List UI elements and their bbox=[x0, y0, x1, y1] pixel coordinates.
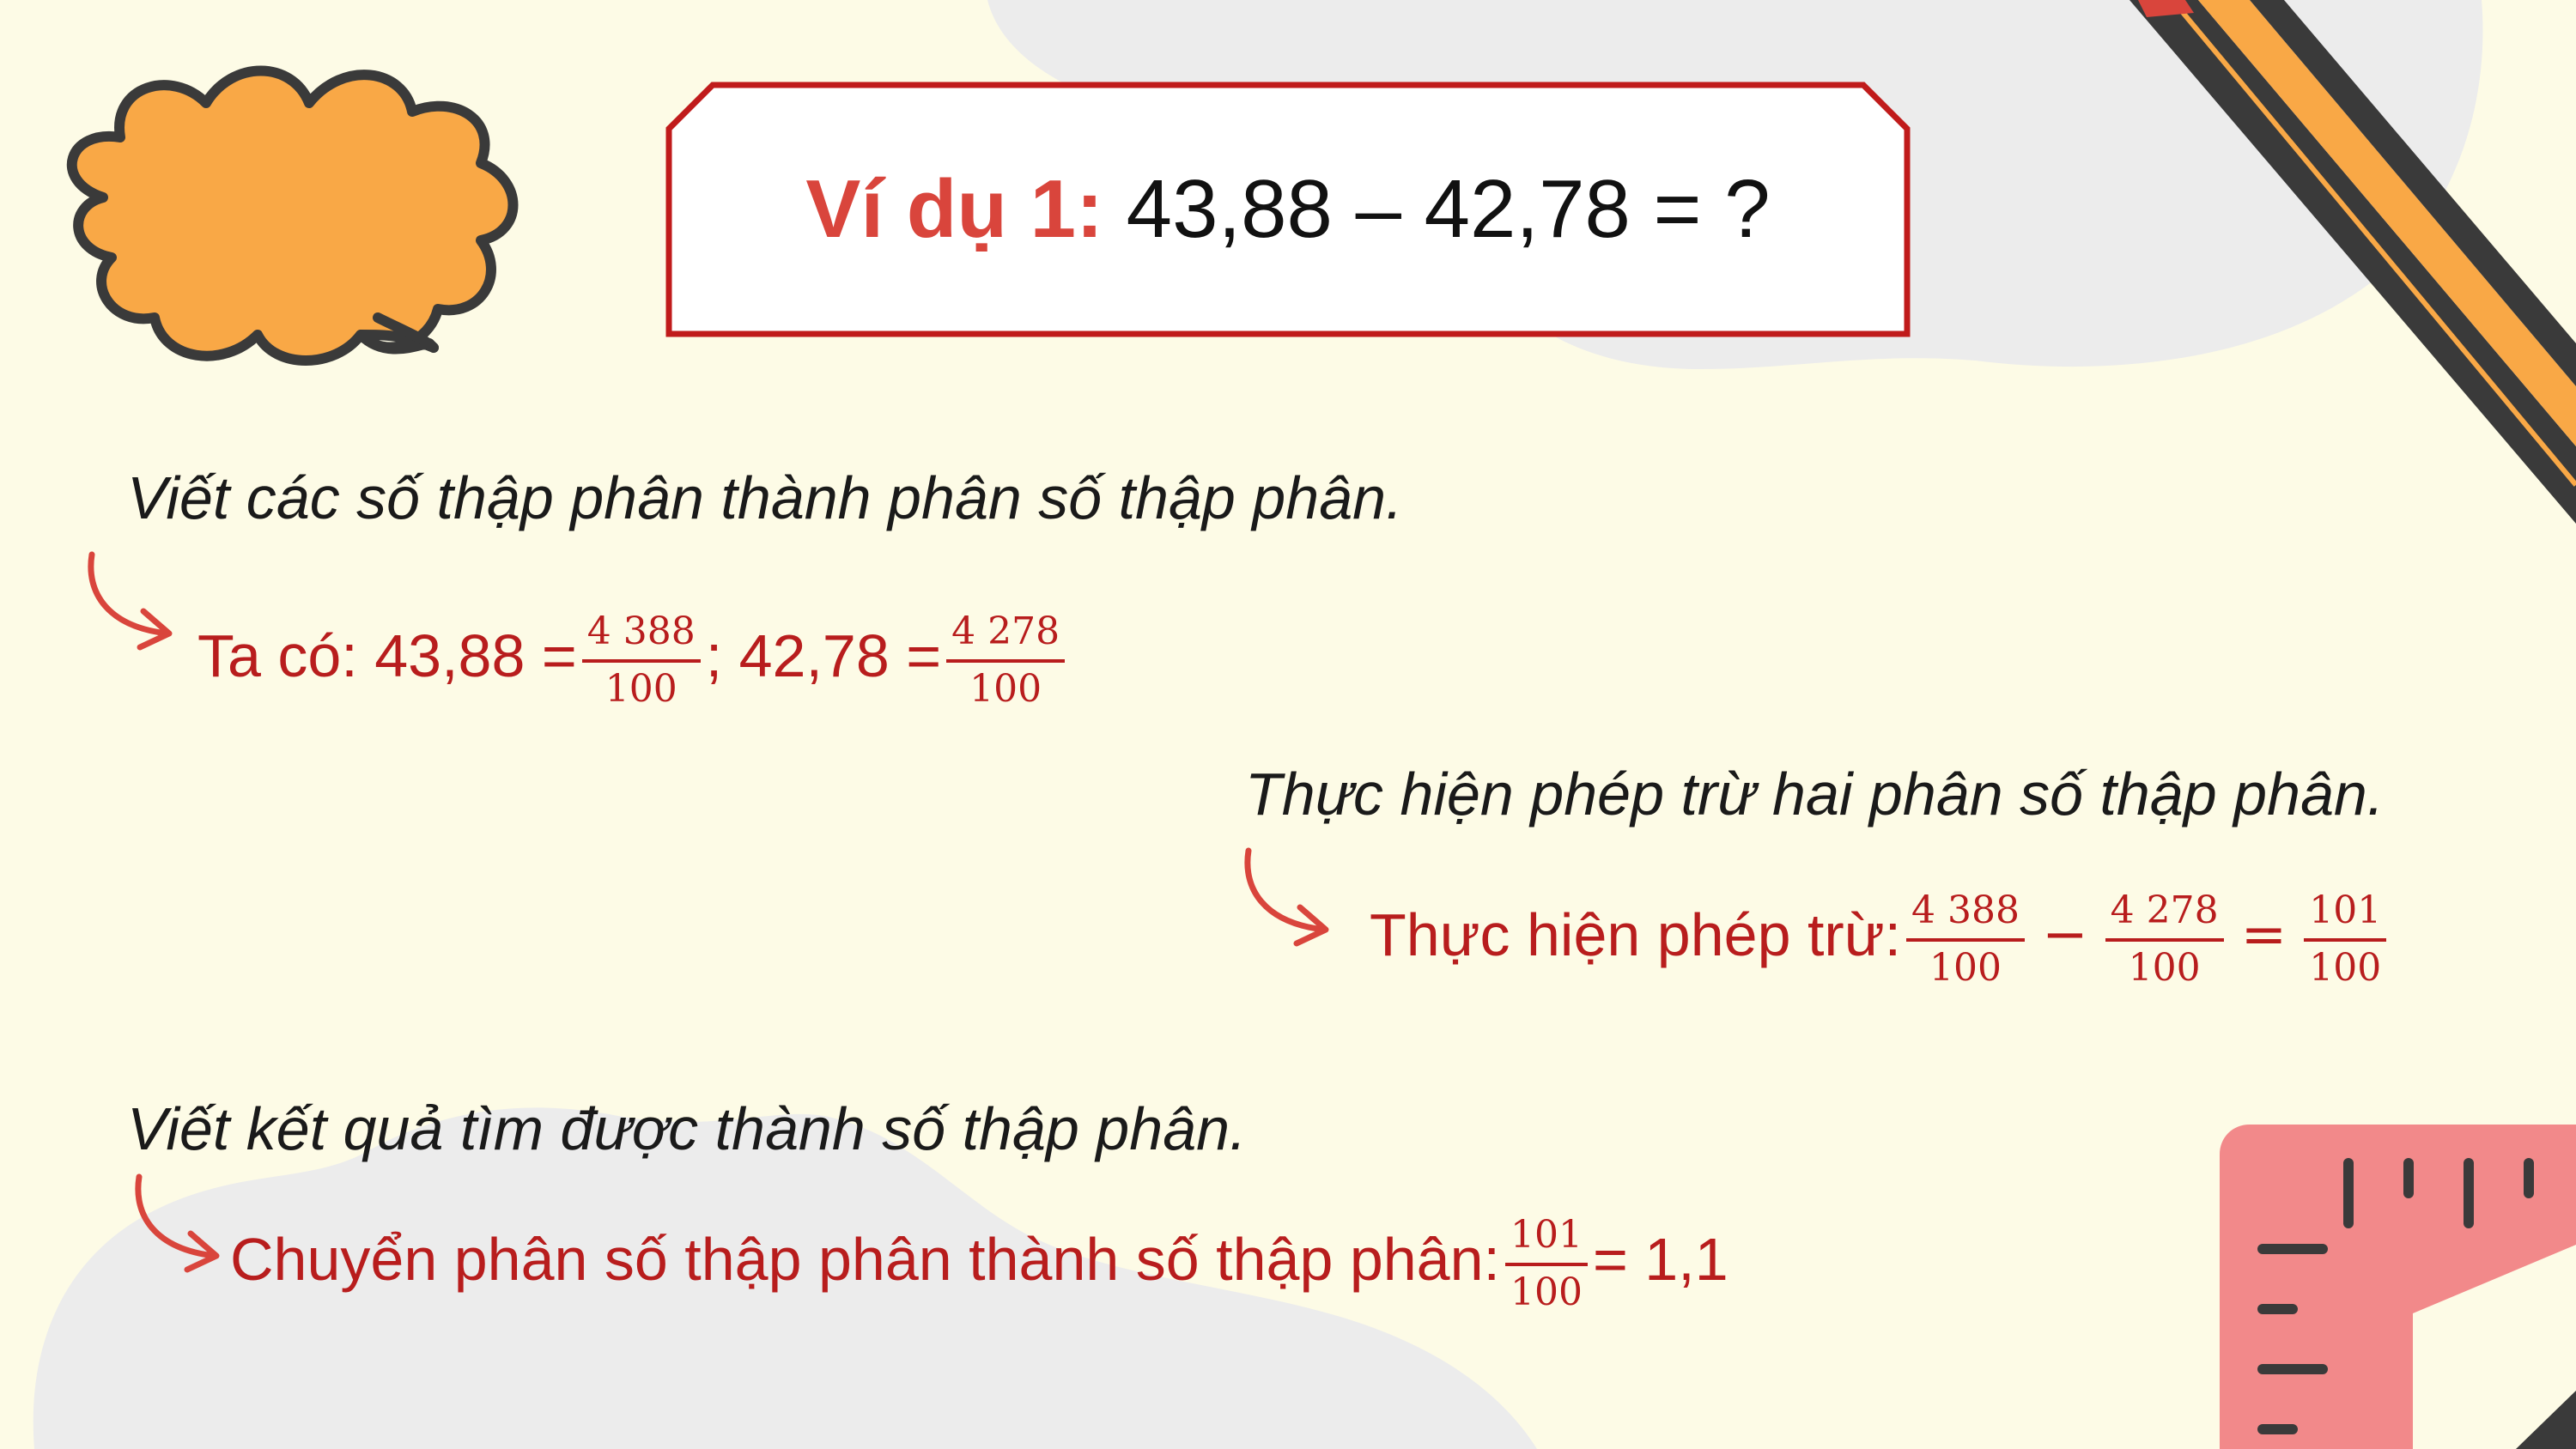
fraction-numerator: 4 278 bbox=[2105, 888, 2224, 942]
step3-instruction: Viết kết quả tìm được thành số thập phân… bbox=[127, 1095, 1247, 1162]
fraction: 101 100 bbox=[1505, 1213, 1588, 1314]
fraction-denominator: 100 bbox=[969, 666, 1042, 711]
equals-operator: = bbox=[2240, 902, 2287, 967]
fraction-numerator: 4 388 bbox=[1906, 888, 2025, 942]
step3-result: Chuyển phân số thập phân thành số thập p… bbox=[230, 1209, 1728, 1313]
step1-lead: Ta có: 43,88 = bbox=[197, 621, 577, 689]
fraction-numerator: 101 bbox=[2304, 888, 2387, 942]
step1-middle: ; 42,78 = bbox=[705, 621, 942, 689]
speech-cloud-icon bbox=[66, 65, 519, 366]
fraction-denominator: 100 bbox=[605, 666, 677, 711]
curved-arrow-icon bbox=[1244, 847, 1329, 947]
fraction: 4 388 100 bbox=[581, 609, 701, 711]
minus-operator: − bbox=[2042, 902, 2088, 967]
fraction: 4 278 100 bbox=[946, 609, 1066, 711]
step1-result: Ta có: 43,88 = 4 388 100 ; 42,78 = 4 278… bbox=[197, 605, 1070, 710]
step3-tail: = 1,1 bbox=[1592, 1225, 1728, 1293]
fraction-denominator: 100 bbox=[2309, 945, 2382, 990]
step2-instruction: Thực hiện phép trừ hai phân số thập phân… bbox=[1245, 761, 2385, 828]
fraction-numerator: 4 388 bbox=[581, 609, 701, 663]
curved-arrow-icon bbox=[135, 1173, 220, 1273]
fraction: 4 278 100 bbox=[2105, 888, 2224, 990]
step3-lead: Chuyển phân số thập phân thành số thập p… bbox=[230, 1225, 1500, 1293]
title-box: Ví dụ 1: 43,88 – 42,78 = ? bbox=[665, 82, 1911, 337]
fraction-numerator: 101 bbox=[1505, 1213, 1588, 1266]
ruler-icon bbox=[2220, 1125, 2576, 1449]
fraction-denominator: 100 bbox=[1510, 1270, 1583, 1314]
step2-result: Thực hiện phép trừ: 4 388 100 − 4 278 10… bbox=[1370, 884, 2391, 989]
fraction: 4 388 100 bbox=[1906, 888, 2025, 990]
title-expression: 43,88 – 42,78 = ? bbox=[1126, 163, 1771, 255]
fraction: 101 100 bbox=[2304, 888, 2387, 990]
step1-instruction: Viết các số thập phân thành phân số thập… bbox=[127, 464, 1403, 531]
step2-lead: Thực hiện phép trừ: bbox=[1370, 900, 1902, 968]
fraction-numerator: 4 278 bbox=[946, 609, 1066, 663]
fraction-denominator: 100 bbox=[1929, 945, 2002, 990]
fraction-denominator: 100 bbox=[2128, 945, 2201, 990]
title: Ví dụ 1: 43,88 – 42,78 = ? bbox=[805, 162, 1770, 257]
title-label: Ví dụ 1: bbox=[805, 163, 1103, 255]
curved-arrow-icon bbox=[88, 551, 173, 651]
